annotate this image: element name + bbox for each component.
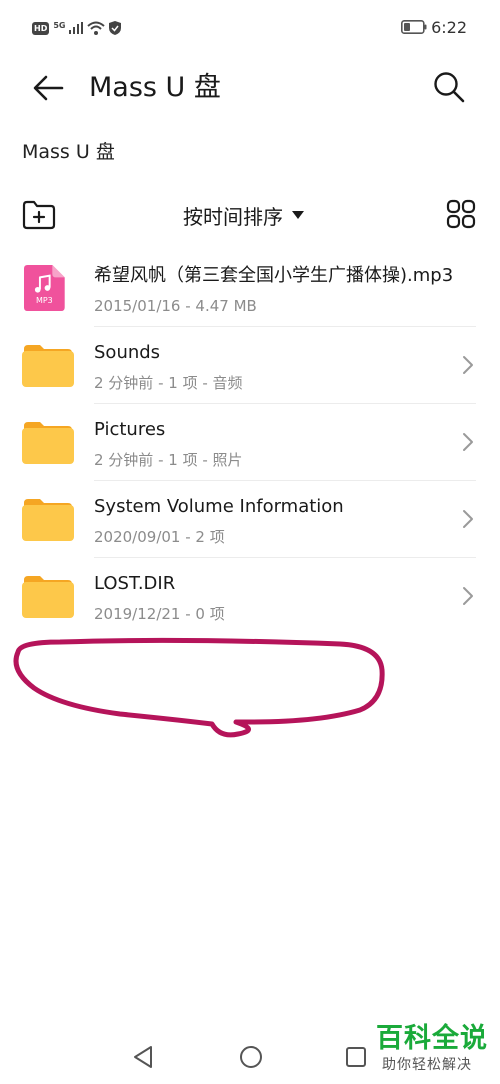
- sort-label: 按时间排序: [183, 204, 283, 229]
- status-icons: HD 5G: [32, 19, 122, 37]
- breadcrumb[interactable]: Mass U 盘: [22, 139, 115, 165]
- annotation-scribble: [13, 637, 385, 738]
- folder-name: Pictures: [94, 419, 166, 440]
- search-icon[interactable]: [432, 70, 466, 104]
- page-title: Mass U 盘: [89, 72, 221, 103]
- battery-icon: [401, 20, 427, 34]
- chevron-right-icon: [463, 356, 473, 374]
- status-time: 6:22: [431, 18, 467, 37]
- hd-badge: HD: [32, 21, 50, 35]
- watermark-title: 百科全说: [376, 1023, 488, 1054]
- chevron-right-icon: [463, 433, 473, 451]
- wifi-icon: [87, 21, 106, 35]
- mp3-file-icon: MP3: [24, 265, 65, 311]
- folder-icon: [22, 422, 74, 464]
- caret-down-icon: [292, 211, 304, 219]
- folder-meta: 2020/09/01 - 2 项: [94, 528, 225, 546]
- new-folder-icon[interactable]: [22, 200, 56, 230]
- folder-row-pictures[interactable]: Pictures 2 分钟前 - 1 项 - 照片: [0, 404, 500, 481]
- folder-row-sounds[interactable]: Sounds 2 分钟前 - 1 项 - 音频: [0, 327, 500, 404]
- grid-view-icon[interactable]: [446, 199, 476, 229]
- shield-icon: [109, 21, 122, 35]
- folder-icon: [22, 499, 74, 541]
- folder-meta: 2 分钟前 - 1 项 - 照片: [94, 451, 243, 469]
- signal-type-label: 5G: [53, 20, 66, 30]
- nav-back-icon[interactable]: [132, 1045, 154, 1069]
- back-arrow-icon[interactable]: [30, 70, 66, 106]
- folder-name: LOST.DIR: [94, 573, 176, 594]
- folder-icon: [22, 345, 74, 387]
- folder-icon: [22, 576, 74, 618]
- watermark-subtitle: 助你轻松解决: [382, 1057, 472, 1073]
- file-meta: 2015/01/16 - 4.47 MB: [94, 297, 257, 315]
- chevron-right-icon: [463, 510, 473, 528]
- folder-name: System Volume Information: [94, 496, 344, 517]
- mp3-icon-label: MP3: [36, 296, 53, 305]
- folder-meta: 2019/12/21 - 0 项: [94, 605, 225, 623]
- folder-row-system-volume-information[interactable]: System Volume Information 2020/09/01 - 2…: [0, 481, 500, 558]
- folder-row-lost-dir[interactable]: LOST.DIR 2019/12/21 - 0 项: [0, 558, 500, 635]
- nav-home-icon[interactable]: [239, 1045, 263, 1069]
- file-row-mp3[interactable]: MP3 希望风帆（第三套全国小学生广播体操).mp3 2015/01/16 - …: [0, 250, 500, 327]
- folder-meta: 2 分钟前 - 1 项 - 音频: [94, 374, 243, 392]
- chevron-right-icon: [463, 587, 473, 605]
- status-bar: HD 5G 6:22: [0, 0, 500, 56]
- signal-icon: [69, 22, 84, 34]
- file-list: MP3 希望风帆（第三套全国小学生广播体操).mp3 2015/01/16 - …: [0, 250, 500, 635]
- sort-dropdown[interactable]: 按时间排序: [183, 200, 305, 230]
- nav-recent-apps-icon[interactable]: [345, 1046, 367, 1068]
- file-name: 希望风帆（第三套全国小学生广播体操).mp3: [94, 265, 454, 286]
- folder-name: Sounds: [94, 342, 161, 363]
